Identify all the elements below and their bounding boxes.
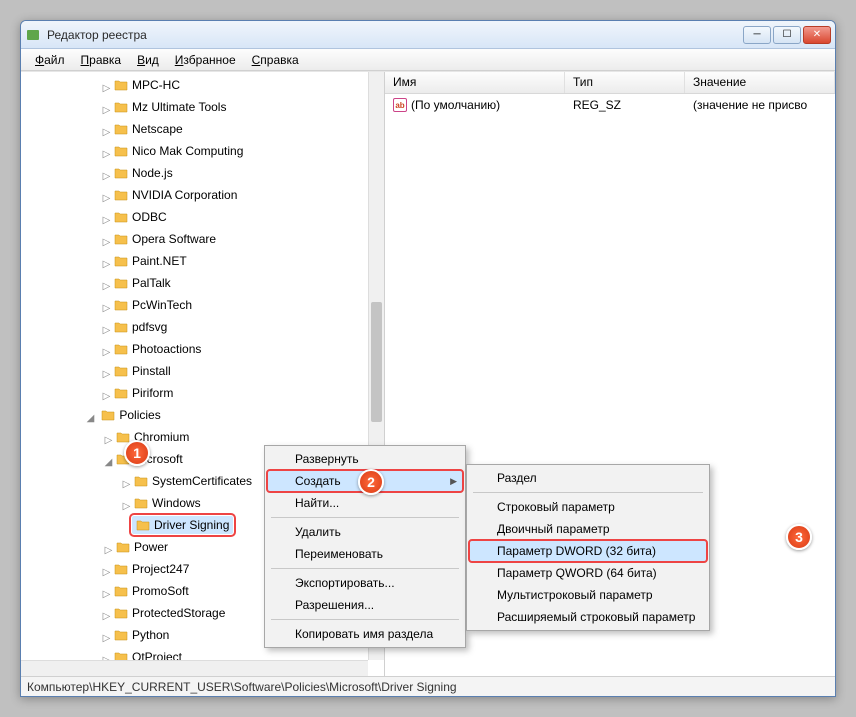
context-submenu-new: Раздел Строковый параметрДвоичный парамет… <box>466 464 710 631</box>
expander-icon[interactable]: ▷ <box>101 322 112 340</box>
tree-node[interactable]: PcWinTech <box>112 296 194 314</box>
value-row[interactable]: ab (По умолчанию) REG_SZ (значение не пр… <box>385 96 835 114</box>
expander-icon[interactable]: ▷ <box>101 212 112 230</box>
tree-node-windows[interactable]: Windows <box>132 494 203 512</box>
titlebar[interactable]: Редактор реестра ─ ☐ ✕ <box>21 21 835 49</box>
menu-edit[interactable]: Правка <box>73 51 130 69</box>
expander-icon[interactable]: ▷ <box>101 278 112 296</box>
annotation-badge-1: 1 <box>124 440 150 466</box>
expander-icon[interactable]: ▷ <box>101 102 112 120</box>
string-value-icon: ab <box>393 98 407 112</box>
expander-icon[interactable]: ▷ <box>101 388 112 406</box>
tree-node-policies[interactable]: Policies <box>99 406 162 424</box>
expander-icon[interactable]: ◢ <box>103 454 114 472</box>
context-menu-item[interactable]: Удалить <box>267 521 463 543</box>
context-menu-item[interactable]: Найти... <box>267 492 463 514</box>
tree-node[interactable]: ODBC <box>112 208 169 226</box>
submenu-item[interactable]: Раздел <box>469 467 707 489</box>
expander-icon[interactable]: ◢ <box>85 410 96 428</box>
annotation-badge-2: 2 <box>358 469 384 495</box>
expander-icon[interactable]: ▷ <box>101 146 112 164</box>
expander-icon[interactable]: ▷ <box>101 124 112 142</box>
tree-node[interactable]: Pinstall <box>112 362 173 380</box>
tree-node-chromium[interactable]: Chromium <box>114 428 191 446</box>
tree-node[interactable]: Photoactions <box>112 340 203 358</box>
tree-node[interactable]: Node.js <box>112 164 175 182</box>
menu-favorites[interactable]: Избранное <box>167 51 244 69</box>
expander-icon[interactable]: ▷ <box>101 80 112 98</box>
tree-node[interactable]: Opera Software <box>112 230 218 248</box>
expander-icon[interactable]: ▷ <box>101 586 112 604</box>
tree-node[interactable]: Mz Ultimate Tools <box>112 98 228 116</box>
tree-node[interactable]: MPC-HC <box>112 76 182 94</box>
annotation-badge-3: 3 <box>786 524 812 550</box>
expander-icon[interactable]: ▷ <box>101 168 112 186</box>
close-button[interactable]: ✕ <box>803 26 831 44</box>
submenu-item[interactable]: Мультистроковый параметр <box>469 584 707 606</box>
expander-icon[interactable]: ▷ <box>103 432 114 450</box>
expander-icon[interactable]: ▷ <box>101 234 112 252</box>
tree-node-power[interactable]: Power <box>114 538 170 556</box>
expander-icon[interactable]: ▷ <box>101 344 112 362</box>
submenu-item[interactable]: Параметр QWORD (64 бита) <box>469 562 707 584</box>
tree-node[interactable]: Paint.NET <box>112 252 189 270</box>
expander-icon[interactable]: ▷ <box>121 498 132 516</box>
menu-help[interactable]: Справка <box>244 51 307 69</box>
list-header: Имя Тип Значение <box>385 72 835 94</box>
app-icon <box>25 27 41 43</box>
submenu-item[interactable]: Расширяемый строковый параметр <box>469 606 707 628</box>
statusbar: Компьютер\HKEY_CURRENT_USER\Software\Pol… <box>21 676 835 696</box>
column-header-value[interactable]: Значение <box>685 72 835 93</box>
expander-icon[interactable]: ▷ <box>101 564 112 582</box>
context-menu-item[interactable]: Переименовать <box>267 543 463 565</box>
expander-icon[interactable]: ▷ <box>101 630 112 648</box>
submenu-item[interactable]: Параметр DWORD (32 бита) <box>469 540 707 562</box>
expander-icon[interactable]: ▷ <box>103 542 114 560</box>
menubar: Файл Правка Вид Избранное Справка <box>21 49 835 71</box>
maximize-button[interactable]: ☐ <box>773 26 801 44</box>
submenu-item[interactable]: Двоичный параметр <box>469 518 707 540</box>
expander-icon[interactable]: ▷ <box>101 366 112 384</box>
tree-node[interactable]: Python <box>112 626 171 644</box>
context-menu-item[interactable]: Разрешения... <box>267 594 463 616</box>
context-menu-item[interactable]: Копировать имя раздела <box>267 623 463 645</box>
expander-icon[interactable]: ▷ <box>101 190 112 208</box>
submenu-item[interactable]: Строковый параметр <box>469 496 707 518</box>
tree-node[interactable]: Nico Mak Computing <box>112 142 245 160</box>
registry-editor-window: Редактор реестра ─ ☐ ✕ Файл Правка Вид И… <box>20 20 836 697</box>
expander-icon[interactable]: ▷ <box>101 300 112 318</box>
expander-icon[interactable]: ▷ <box>101 256 112 274</box>
menu-file[interactable]: Файл <box>27 51 73 69</box>
expander-icon[interactable]: ▷ <box>101 608 112 626</box>
status-path: Компьютер\HKEY_CURRENT_USER\Software\Pol… <box>27 680 457 694</box>
window-title: Редактор реестра <box>47 28 743 42</box>
tree-node[interactable]: Project247 <box>112 560 191 578</box>
tree-node[interactable]: ProtectedStorage <box>112 604 227 622</box>
tree-node-systemcertificates[interactable]: SystemCertificates <box>132 472 254 490</box>
tree-node[interactable]: pdfsvg <box>112 318 169 336</box>
context-menu-item[interactable]: Экспортировать... <box>267 572 463 594</box>
tree-node[interactable]: NVIDIA Corporation <box>112 186 239 204</box>
expander-icon[interactable]: ▷ <box>121 476 132 494</box>
column-header-name[interactable]: Имя <box>385 72 565 93</box>
minimize-button[interactable]: ─ <box>743 26 771 44</box>
column-header-type[interactable]: Тип <box>565 72 685 93</box>
tree-node[interactable]: Netscape <box>112 120 185 138</box>
tree-scrollbar-horizontal[interactable] <box>21 660 368 676</box>
tree-node[interactable]: PalTalk <box>112 274 173 292</box>
context-menu-item[interactable]: Развернуть <box>267 448 463 470</box>
tree-node[interactable]: Piriform <box>112 384 175 402</box>
tree-node[interactable]: PromoSoft <box>112 582 191 600</box>
tree-node-driver-signing[interactable]: Driver Signing <box>132 516 233 534</box>
menu-view[interactable]: Вид <box>129 51 167 69</box>
